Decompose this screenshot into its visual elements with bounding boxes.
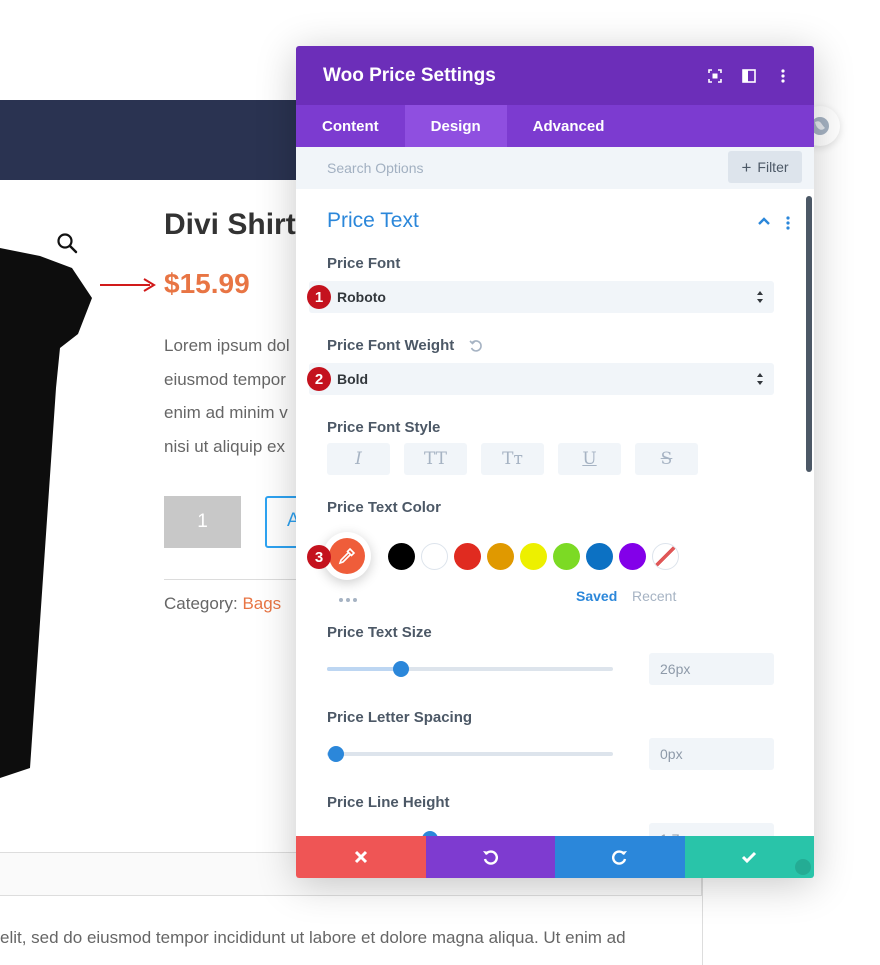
site-header (0, 100, 340, 180)
settings-scroll-area[interactable]: Price Text Price Font Roboto 1 Price Fon… (296, 189, 814, 836)
plus-icon: + (741, 157, 752, 177)
search-bar: + Filter (296, 147, 814, 189)
split-view-icon[interactable] (740, 67, 758, 85)
description-line: nisi ut aliquip ex (164, 437, 285, 456)
slider-fill (327, 667, 402, 671)
recent-colors-tab[interactable]: Recent (632, 588, 676, 604)
tab-content[interactable]: Content (296, 105, 405, 147)
price-letter-spacing-input[interactable]: 0px (649, 738, 774, 770)
price-text-size-slider[interactable] (327, 661, 613, 677)
step-marker-3: 3 (307, 545, 331, 569)
settings-modal: Woo Price Settings Content Design Advanc… (296, 46, 814, 878)
cancel-button[interactable] (296, 836, 426, 878)
description-line: eiusmod tempor (164, 370, 286, 389)
slider-handle[interactable] (327, 746, 344, 762)
description-line: Lorem ipsum dol (164, 336, 290, 355)
eyedropper-icon (338, 547, 356, 565)
color-swatch[interactable] (520, 543, 547, 570)
price-text-size-label: Price Text Size (327, 624, 432, 641)
color-swatch[interactable] (586, 543, 613, 570)
price-letter-spacing-label: Price Letter Spacing (327, 709, 473, 726)
tab-advanced[interactable]: Advanced (507, 105, 631, 147)
price-line-height-label: Price Line Height (327, 794, 450, 811)
quantity-input[interactable]: 1 (164, 496, 241, 548)
step-marker-1: 1 (307, 285, 331, 309)
search-input[interactable] (327, 160, 707, 176)
fullscreen-icon[interactable] (706, 67, 724, 85)
saved-colors-tab[interactable]: Saved (576, 588, 617, 604)
price-font-weight-value: Bold (337, 371, 369, 387)
select-arrows-icon (757, 373, 763, 385)
redo-icon (611, 850, 627, 865)
reset-icon[interactable] (469, 339, 483, 353)
tshirt-image (0, 248, 92, 778)
color-swatch[interactable] (553, 543, 580, 570)
divider (164, 579, 314, 580)
select-arrows-icon (757, 291, 763, 303)
more-colors-icon[interactable] (338, 597, 358, 603)
product-category: Category: Bags (164, 594, 281, 614)
product-title: Divi Shirt (164, 208, 296, 241)
category-link[interactable]: Bags (242, 594, 281, 613)
modal-title: Woo Price Settings (323, 64, 496, 86)
checkmark-icon (742, 851, 757, 864)
uppercase-button[interactable]: TT (404, 443, 467, 475)
color-swatch[interactable] (454, 543, 481, 570)
save-button[interactable] (684, 836, 814, 878)
close-icon (354, 850, 367, 864)
color-swatch[interactable] (487, 543, 514, 570)
modal-footer (296, 836, 814, 878)
price-font-value: Roboto (337, 289, 386, 305)
no-color-swatch[interactable] (652, 543, 679, 570)
price-font-weight-label: Price Font Weight (327, 337, 455, 354)
section-options-icon[interactable] (785, 215, 791, 231)
capitalize-button[interactable]: Tт (481, 443, 544, 475)
section-title: Price Text (327, 209, 419, 232)
color-swatch[interactable] (388, 543, 415, 570)
underline-button[interactable]: U (558, 443, 621, 475)
price-letter-spacing-slider[interactable] (327, 746, 613, 762)
category-label: Category: (164, 594, 238, 613)
price-font-style-label: Price Font Style (327, 419, 441, 436)
italic-button[interactable]: I (327, 443, 390, 475)
filter-button[interactable]: + Filter (728, 151, 802, 183)
page: Divi Shirt $15.99 Lorem ipsum dol eiusmo… (0, 0, 880, 965)
description-text: elit, sed do eiusmod tempor incididunt u… (0, 928, 626, 947)
description-line: enim ad minim v (164, 403, 288, 422)
step-marker-2: 2 (307, 367, 331, 391)
redo-button[interactable] (555, 836, 685, 878)
modal-tabs: Content Design Advanced (296, 105, 814, 147)
price-font-label: Price Font (327, 255, 401, 272)
slider-handle[interactable] (393, 661, 410, 677)
color-swatch[interactable] (619, 543, 646, 570)
undo-icon (483, 850, 499, 865)
selected-color (329, 538, 365, 574)
color-swatch[interactable] (421, 543, 448, 570)
price-font-weight-select[interactable]: Bold (309, 363, 774, 395)
price-text-size-input[interactable]: 26px (649, 653, 774, 685)
undo-button[interactable] (425, 836, 555, 878)
arrow-icon (100, 278, 156, 292)
price-line-height-input[interactable]: 1.7em (649, 823, 774, 836)
filter-label: Filter (757, 159, 789, 175)
price-font-select[interactable]: Roboto (309, 281, 774, 313)
resize-handle[interactable] (795, 859, 811, 875)
tab-design[interactable]: Design (404, 105, 507, 147)
scrollbar[interactable] (806, 196, 812, 472)
price-text-color-label: Price Text Color (327, 499, 441, 516)
color-swatches (388, 543, 679, 570)
product-price: $15.99 (164, 268, 250, 299)
modal-header: Woo Price Settings (296, 46, 814, 105)
search-icon[interactable] (56, 232, 78, 254)
chevron-up-icon[interactable] (757, 214, 771, 228)
more-options-icon[interactable] (774, 67, 792, 85)
strikethrough-button[interactable]: S (635, 443, 698, 475)
